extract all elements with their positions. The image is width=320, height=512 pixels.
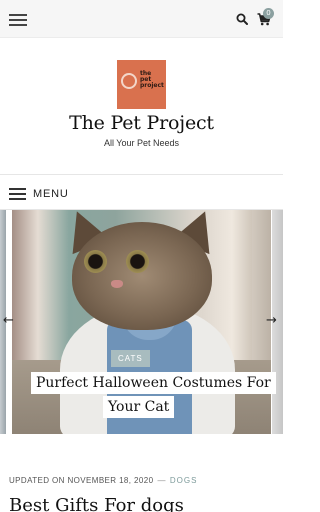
slider-prev-arrow-icon[interactable]: ←	[3, 314, 14, 328]
post-updated-date: UPDATED ON NOVEMBER 18, 2020	[9, 476, 154, 485]
slide-title-line-1[interactable]: Purfect Halloween Costumes For	[31, 372, 276, 394]
search-icon[interactable]	[236, 13, 248, 25]
cat-eye-right	[126, 250, 149, 273]
site-logo[interactable]: the pet project	[117, 60, 166, 109]
post-category-link[interactable]: DOGS	[170, 476, 198, 485]
cat-nose	[111, 280, 123, 288]
cat-head	[72, 222, 212, 330]
hamburger-icon[interactable]	[9, 14, 27, 26]
slide-category-badge[interactable]: CATS	[111, 350, 150, 367]
site-title[interactable]: The Pet Project	[0, 112, 283, 134]
site-tagline: All Your Pet Needs	[103, 138, 180, 148]
meta-separator: —	[157, 476, 166, 485]
top-bar: 0	[0, 0, 283, 38]
post-meta: UPDATED ON NOVEMBER 18, 2020— DOGS	[9, 476, 197, 485]
slide-title-line-2[interactable]: Your Cat	[103, 396, 175, 418]
header-divider	[0, 174, 283, 175]
logo-text: the pet project	[140, 71, 164, 89]
menu-icon	[9, 188, 26, 200]
logo-ring-icon	[121, 73, 137, 89]
featured-slider[interactable]: CATS Purfect Halloween Costumes For Your…	[0, 210, 283, 434]
slider-next-arrow-icon[interactable]: →	[266, 314, 277, 328]
cat-eye-left	[84, 250, 107, 273]
menu-label: MENU	[33, 188, 69, 200]
cart-count-badge: 0	[263, 8, 274, 19]
logo-word-project: project	[140, 82, 164, 89]
post-title[interactable]: Best Gifts For dogs	[9, 495, 184, 512]
